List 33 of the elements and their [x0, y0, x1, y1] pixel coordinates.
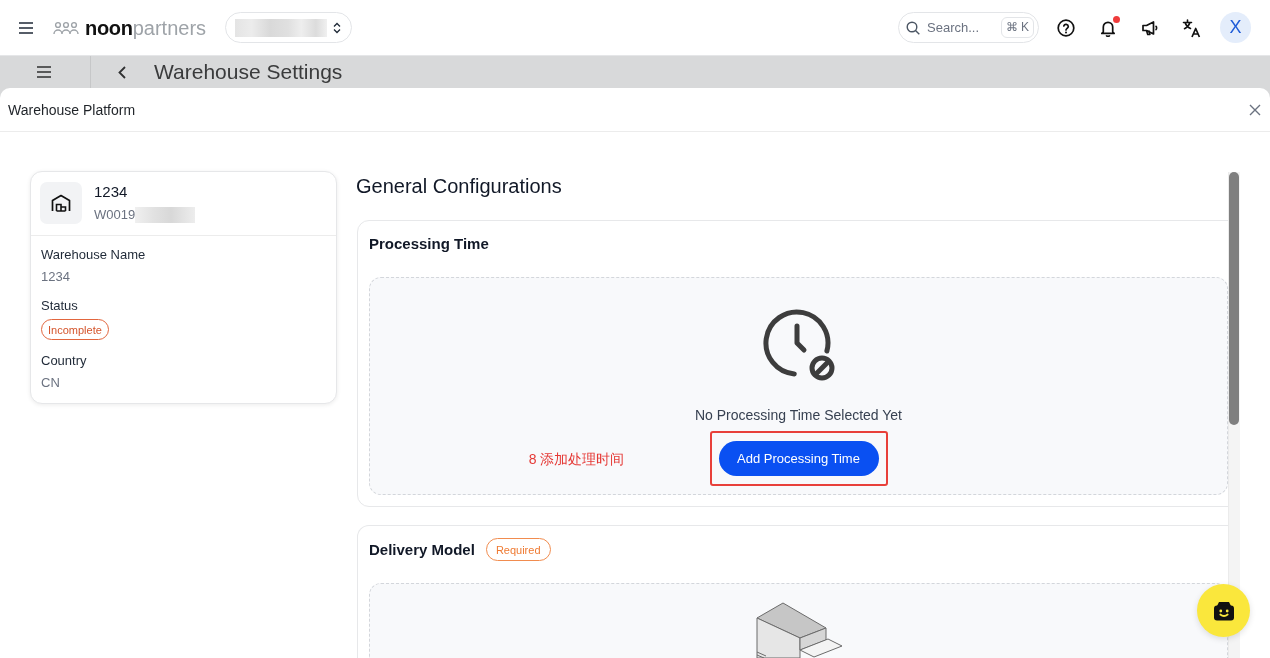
back-chevron-icon[interactable]: [118, 65, 126, 79]
megaphone-icon[interactable]: [1141, 18, 1159, 37]
field-value: CN: [41, 375, 61, 391]
empty-state-message: No Processing Time Selected Yet: [695, 407, 902, 423]
field-label: Status: [41, 298, 79, 314]
section-title: Processing Time: [369, 234, 489, 254]
keyboard-shortcut: ⌘ K: [1000, 17, 1034, 38]
logo-text[interactable]: noonpartners: [85, 15, 207, 40]
warehouse-name: 1234: [94, 182, 129, 202]
close-icon[interactable]: [1249, 103, 1261, 116]
clock-blocked-icon: [760, 307, 837, 383]
annotation-note: 8 添加处理时间: [528, 449, 625, 468]
smiley-face-icon: [1212, 600, 1235, 621]
user-avatar[interactable]: X: [1220, 12, 1251, 43]
menu-icon[interactable]: [19, 21, 33, 34]
redacted-block: [135, 207, 196, 223]
people-icon: [53, 20, 79, 35]
search-icon: [906, 20, 920, 35]
scrollbar-thumb[interactable]: [1229, 172, 1239, 425]
field-label: Warehouse Name: [41, 247, 147, 263]
field-label: Country: [41, 353, 88, 369]
translate-icon[interactable]: [1182, 17, 1202, 38]
chevron-up-down-icon: [333, 21, 342, 34]
modal-title: Warehouse Platform: [8, 101, 136, 118]
page-title: Warehouse Settings: [154, 59, 343, 85]
warehouse-code: W0019: [94, 206, 136, 224]
add-button[interactable]: Add Processing Time: [718, 441, 879, 476]
field-value: 1234: [41, 269, 71, 285]
section-title: Delivery Model: [369, 539, 475, 560]
section-heading: General Configurations: [356, 174, 563, 199]
warehouse-icon: [40, 182, 82, 224]
help-icon[interactable]: [1057, 18, 1075, 37]
menu-icon[interactable]: [37, 66, 51, 78]
